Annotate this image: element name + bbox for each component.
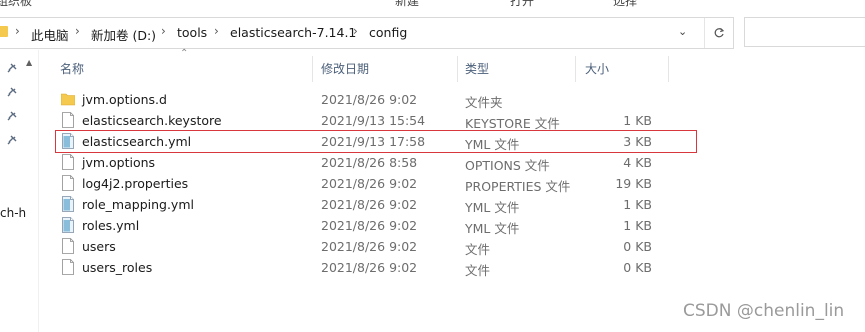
breadcrumb-elasticsearch[interactable]: elasticsearch-7.14.1 — [230, 25, 356, 40]
yml-file-icon — [62, 217, 74, 233]
refresh-icon — [714, 28, 725, 38]
file-type: 文件夹 — [465, 95, 503, 110]
file-row[interactable]: log4j2.properties 2021/8/26 9:02 PROPERTIE… — [56, 173, 696, 194]
file-icon — [62, 154, 74, 170]
yml-file-icon — [62, 133, 74, 149]
file-size: 0 KB — [623, 239, 652, 254]
file-row[interactable]: elasticsearch.keystore 2021/9/13 15:54 KEY… — [56, 110, 696, 131]
file-date: 2021/8/26 9:02 — [321, 260, 418, 275]
column-divider[interactable] — [668, 56, 669, 82]
file-row[interactable]: jvm.options.d 2021/8/26 9:02 文件夹 — [56, 89, 696, 110]
file-type: YML 文件 — [465, 137, 520, 152]
yml-file-icon — [62, 196, 74, 212]
file-name: role_mapping.yml — [82, 197, 194, 212]
ribbon-label-organize[interactable]: 组织板 — [0, 0, 32, 8]
file-size: 1 KB — [623, 113, 652, 128]
file-size: 4 KB — [623, 155, 652, 170]
file-row[interactable]: elasticsearch.yml 2021/9/13 17:58 YML 文件 3 … — [55, 130, 697, 153]
file-type: OPTIONS 文件 — [465, 158, 550, 173]
file-icon — [62, 175, 74, 191]
file-date: 2021/8/26 9:02 — [321, 239, 418, 254]
file-size: 1 KB — [623, 197, 652, 212]
file-row[interactable]: role_mapping.yml 2021/8/26 9:02 YML 文件 1 KB — [56, 194, 696, 215]
column-header-date[interactable]: 修改日期 — [301, 52, 441, 86]
file-name: elasticsearch.keystore — [82, 113, 222, 128]
file-size: 0 KB — [623, 260, 652, 275]
folder-icon — [0, 26, 8, 37]
file-size: 1 KB — [623, 218, 652, 233]
ribbon-label-new[interactable]: 新建 — [395, 0, 419, 8]
file-date: 2021/8/26 9:02 — [321, 197, 418, 212]
watermark: CSDN @chenlin_lin — [683, 301, 845, 321]
refresh-button[interactable] — [704, 18, 733, 48]
address-history-dropdown-icon[interactable]: ⌄ — [678, 25, 687, 38]
file-type: YML 文件 — [465, 200, 520, 215]
address-bar[interactable]: › 此电脑 › 新加卷 (D:) › tools › elasticsearch… — [0, 17, 734, 49]
file-row[interactable]: users 2021/8/26 9:02 文件 0 KB — [56, 236, 696, 257]
file-type: PROPERTIES 文件 — [465, 179, 571, 194]
file-row[interactable]: roles.yml 2021/8/26 9:02 YML 文件 1 KB — [56, 215, 696, 236]
pin-icon[interactable] — [6, 134, 18, 146]
file-icon — [62, 112, 74, 128]
search-input[interactable] — [744, 17, 865, 47]
file-date: 2021/8/26 8:58 — [321, 155, 418, 170]
breadcrumb-drive-d[interactable]: 新加卷 (D:) — [91, 25, 156, 44]
navigation-pane: ▲ ch-h — [0, 50, 39, 332]
column-header-type[interactable]: 类型 — [445, 52, 565, 86]
folder-icon — [61, 93, 75, 106]
breadcrumb-this-pc[interactable]: 此电脑 — [31, 25, 69, 44]
file-date: 2021/8/26 9:02 — [321, 176, 418, 191]
chevron-right-icon[interactable]: › — [214, 24, 219, 38]
file-name: roles.yml — [82, 218, 140, 233]
file-name: elasticsearch.yml — [82, 134, 192, 149]
column-header-row: ⌃ 名称 修改日期 类型 大小 — [40, 48, 865, 86]
file-type: 文件 — [465, 242, 491, 257]
file-date: 2021/8/26 9:02 — [321, 218, 418, 233]
ribbon-label-open[interactable]: 打开 — [510, 0, 534, 8]
pin-icon[interactable] — [6, 62, 18, 74]
breadcrumb-tools[interactable]: tools — [177, 25, 207, 40]
file-name: jvm.options.d — [82, 92, 167, 107]
file-date: 2021/8/26 9:02 — [321, 92, 418, 107]
chevron-right-icon[interactable]: › — [15, 24, 20, 38]
column-header-size[interactable]: 大小 — [565, 52, 665, 86]
file-name: log4j2.properties — [82, 176, 189, 191]
chevron-right-icon[interactable]: › — [161, 24, 166, 38]
file-icon — [62, 259, 74, 275]
file-type: 文件 — [465, 263, 491, 278]
nav-item-fragment[interactable]: ch-h — [0, 206, 26, 220]
file-size: 19 KB — [615, 176, 652, 191]
file-date: 2021/9/13 15:54 — [321, 113, 426, 128]
file-row[interactable]: jvm.options 2021/8/26 8:58 OPTIONS 文件 4 KB — [56, 152, 696, 173]
scroll-up-arrow-icon[interactable]: ▲ — [26, 58, 32, 67]
pin-icon[interactable] — [6, 86, 18, 98]
pin-icon[interactable] — [6, 110, 18, 122]
file-row[interactable]: users_roles 2021/8/26 9:02 文件 0 KB — [56, 257, 696, 278]
file-icon — [62, 238, 74, 254]
file-date: 2021/9/13 17:58 — [321, 134, 426, 149]
ribbon-remnant: 组织板 新建 打开 选择 — [0, 0, 865, 8]
file-name: users — [82, 239, 116, 254]
ribbon-label-select[interactable]: 选择 — [613, 0, 637, 8]
address-bar-row: › 此电脑 › 新加卷 (D:) › tools › elasticsearch… — [0, 17, 865, 49]
column-header-name[interactable]: 名称 — [40, 52, 302, 86]
chevron-right-icon[interactable]: › — [353, 24, 358, 38]
breadcrumb-config[interactable]: config — [369, 25, 407, 40]
chevron-right-icon[interactable]: › — [75, 24, 80, 38]
file-size: 3 KB — [623, 134, 652, 149]
file-type: YML 文件 — [465, 221, 520, 236]
file-name: jvm.options — [82, 155, 156, 170]
file-name: users_roles — [82, 260, 153, 275]
file-type: KEYSTORE 文件 — [465, 116, 560, 131]
